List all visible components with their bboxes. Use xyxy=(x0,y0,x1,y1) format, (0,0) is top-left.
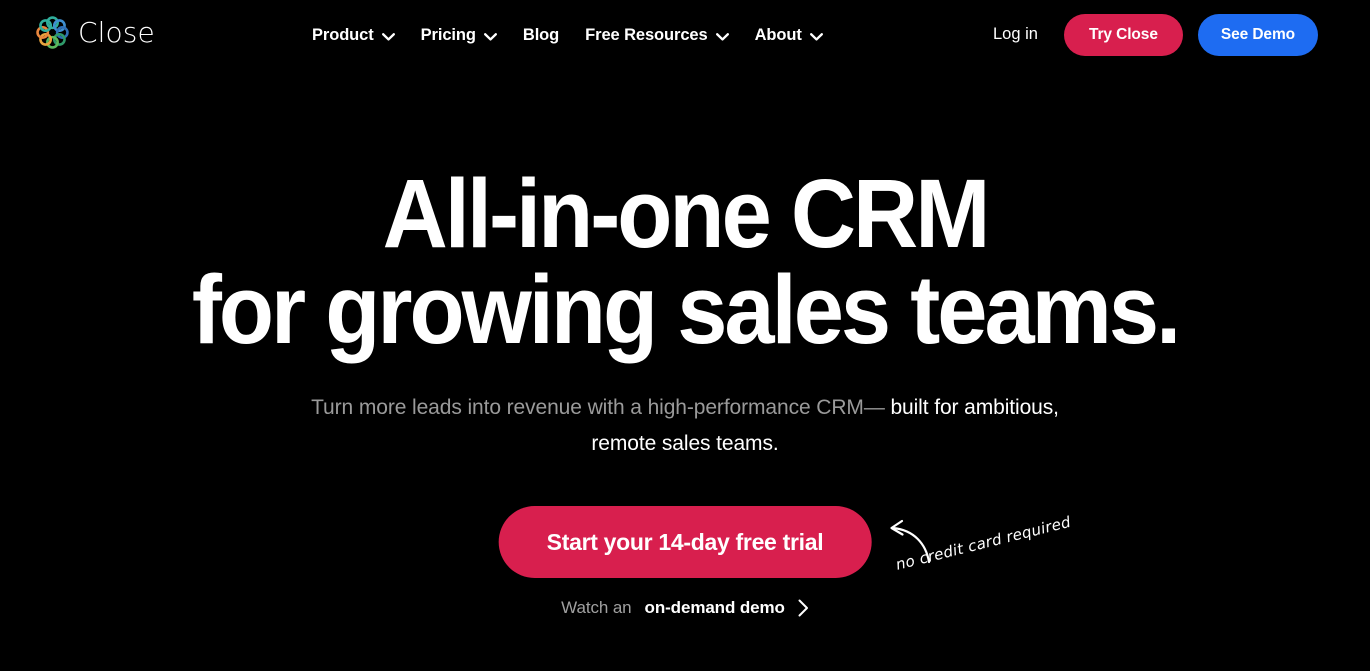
chevron-down-icon xyxy=(483,32,497,41)
demo-link-strong: on-demand demo xyxy=(644,598,785,618)
hero-subheading-muted: Turn more leads into revenue with a high… xyxy=(311,396,891,420)
nav-item-about-label: About xyxy=(754,26,802,44)
chevron-down-icon xyxy=(381,32,395,41)
login-link[interactable]: Log in xyxy=(993,25,1038,45)
nav-item-pricing[interactable]: Pricing xyxy=(421,22,523,50)
no-credit-card-text: no credit card required xyxy=(893,513,1073,574)
nav-item-product[interactable]: Product xyxy=(312,22,421,50)
hero-subheading: Turn more leads into revenue with a high… xyxy=(290,358,1080,462)
header-actions: Log in Try Close See Demo xyxy=(993,14,1318,56)
nav-item-free-resources[interactable]: Free Resources xyxy=(585,22,754,50)
nav-item-blog[interactable]: Blog xyxy=(523,22,585,50)
see-demo-button[interactable]: See Demo xyxy=(1197,14,1318,56)
nav-item-about[interactable]: About xyxy=(755,22,823,50)
hero-title: All-in-one CRM for growing sales teams. xyxy=(48,70,1322,358)
brand-name: Close xyxy=(78,15,155,49)
start-free-trial-button[interactable]: Start your 14-day free trial xyxy=(498,506,872,579)
nav-item-free-resources-label: Free Resources xyxy=(585,26,708,44)
chevron-down-icon xyxy=(715,32,729,41)
site-header: Close Product Pricing Blog Free Resource… xyxy=(0,0,1370,70)
landing-page: Close Product Pricing Blog Free Resource… xyxy=(0,0,1370,671)
main-navigation: Product Pricing Blog Free Resources Abou… xyxy=(312,22,823,50)
hero-title-line-2: for growing sales teams. xyxy=(191,255,1181,365)
nav-item-product-label: Product xyxy=(312,26,374,44)
close-ring-logo-icon xyxy=(36,16,69,49)
no-credit-card-annotation: no credit card required xyxy=(884,513,1073,596)
demo-link-prefix: Watch an xyxy=(561,598,632,618)
nav-item-pricing-label: Pricing xyxy=(420,26,476,44)
curved-arrow-left-icon xyxy=(890,520,931,564)
nav-item-blog-label: Blog xyxy=(522,26,560,44)
watch-on-demand-demo-link[interactable]: Watch an on-demand demo xyxy=(561,598,809,618)
hero-section: All-in-one CRM for growing sales teams. … xyxy=(0,70,1370,671)
try-close-button[interactable]: Try Close xyxy=(1063,14,1183,56)
brand-logo-link[interactable]: Close xyxy=(36,16,155,49)
chevron-down-icon xyxy=(809,32,823,41)
demo-link-row: Watch an on-demand demo xyxy=(0,598,1370,618)
hero-title-line-1: All-in-one CRM xyxy=(382,159,991,268)
chevron-right-icon xyxy=(798,599,808,617)
cta-row: Start your 14-day free trial no credit c… xyxy=(0,506,1370,582)
